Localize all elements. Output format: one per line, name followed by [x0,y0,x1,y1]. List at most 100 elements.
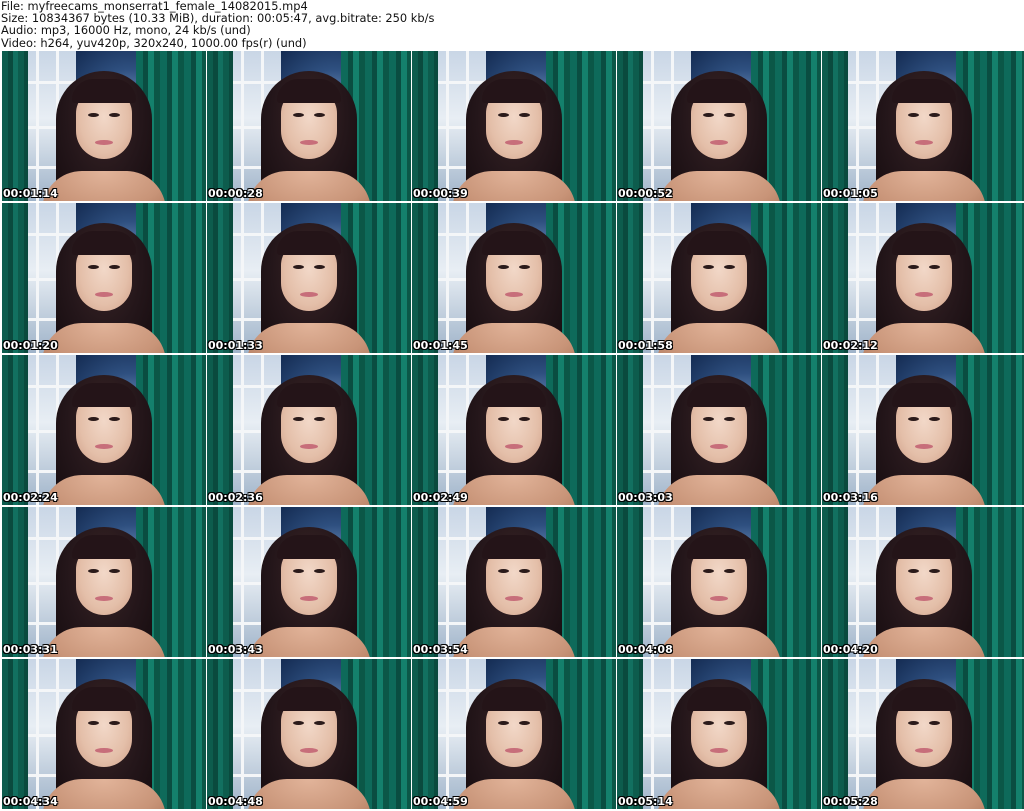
person-bangs [892,687,956,711]
curtain-left [2,51,28,201]
timestamp-label: 00:03:31 [3,643,58,656]
timestamp-label: 00:01:14 [3,187,58,200]
person-bangs [277,383,341,407]
timestamp-label: 00:01:33 [208,339,263,352]
curtain-left [207,203,233,353]
thumbnail-grid: 00:01:14 00:00:28 00:00:39 00:00:52 00:0… [0,51,1024,811]
curtain-left [617,203,643,353]
timestamp-label: 00:02:24 [3,491,58,504]
video-thumbnail: 00:03:43 [207,507,411,657]
person-bangs [72,383,136,407]
timestamp-label: 00:04:08 [618,643,673,656]
curtain-left [822,355,848,505]
curtain-left [2,355,28,505]
video-thumbnail: 00:01:45 [412,203,616,353]
person-bangs [482,687,546,711]
video-thumbnail: 00:02:24 [2,355,206,505]
person-bangs [72,231,136,255]
timestamp-label: 00:04:20 [823,643,878,656]
video-thumbnail: 00:05:28 [822,659,1024,809]
curtain-left [412,659,438,809]
video-thumbnail: 00:03:31 [2,507,206,657]
person-bangs [892,535,956,559]
audio-info-line: Audio: mp3, 16000 Hz, mono, 24 kb/s (und… [1,23,251,38]
video-thumbnail: 00:00:52 [617,51,821,201]
timestamp-label: 00:00:52 [618,187,673,200]
video-thumbnail: 00:03:54 [412,507,616,657]
person-bangs [892,383,956,407]
curtain-left [412,355,438,505]
timestamp-label: 00:04:34 [3,795,58,808]
timestamp-label: 00:02:49 [413,491,468,504]
person-bangs [687,687,751,711]
timestamp-label: 00:03:43 [208,643,263,656]
timestamp-label: 00:04:48 [208,795,263,808]
video-thumbnail: 00:02:12 [822,203,1024,353]
video-thumbnail: 00:01:14 [2,51,206,201]
file-info-header: File: myfreecams_monserrat1_female_14082… [1,0,1021,50]
curtain-left [412,203,438,353]
curtain-left [2,203,28,353]
timestamp-label: 00:03:03 [618,491,673,504]
timestamp-label: 00:04:59 [413,795,468,808]
timestamp-label: 00:02:12 [823,339,878,352]
timestamp-label: 00:03:54 [413,643,468,656]
video-thumbnail: 00:01:20 [2,203,206,353]
curtain-left [822,51,848,201]
curtain-left [207,355,233,505]
curtain-left [617,355,643,505]
timestamp-label: 00:01:45 [413,339,468,352]
person-bangs [277,79,341,103]
video-thumbnail: 00:02:49 [412,355,616,505]
video-thumbnail: 00:04:48 [207,659,411,809]
video-thumbnail: 00:04:59 [412,659,616,809]
curtain-left [207,507,233,657]
curtain-left [617,507,643,657]
curtain-left [822,659,848,809]
video-thumbnail: 00:03:03 [617,355,821,505]
person-bangs [482,535,546,559]
person-bangs [482,79,546,103]
person-bangs [277,535,341,559]
video-thumbnail: 00:04:20 [822,507,1024,657]
curtain-left [2,507,28,657]
video-thumbnail: 00:00:28 [207,51,411,201]
person-bangs [277,231,341,255]
timestamp-label: 00:02:36 [208,491,263,504]
video-thumbnail: 00:01:33 [207,203,411,353]
timestamp-label: 00:01:58 [618,339,673,352]
timestamp-label: 00:01:05 [823,187,878,200]
person-bangs [687,535,751,559]
curtain-left [412,507,438,657]
person-bangs [72,535,136,559]
video-thumbnail: 00:04:34 [2,659,206,809]
timestamp-label: 00:00:39 [413,187,468,200]
video-thumbnail: 00:01:58 [617,203,821,353]
person-bangs [687,231,751,255]
person-bangs [482,383,546,407]
person-bangs [72,687,136,711]
person-bangs [892,79,956,103]
person-bangs [277,687,341,711]
video-thumbnail: 00:04:08 [617,507,821,657]
timestamp-label: 00:03:16 [823,491,878,504]
video-thumbnail: 00:02:36 [207,355,411,505]
curtain-left [207,659,233,809]
curtain-left [617,659,643,809]
video-thumbnail: 00:00:39 [412,51,616,201]
video-thumbnail: 00:03:16 [822,355,1024,505]
video-info-line: Video: h264, yuv420p, 320x240, 1000.00 f… [1,35,307,50]
timestamp-label: 00:05:14 [618,795,673,808]
curtain-left [617,51,643,201]
timestamp-label: 00:01:20 [3,339,58,352]
curtain-left [822,507,848,657]
person-bangs [482,231,546,255]
curtain-left [207,51,233,201]
curtain-left [412,51,438,201]
curtain-left [822,203,848,353]
curtain-left [2,659,28,809]
person-bangs [687,383,751,407]
timestamp-label: 00:05:28 [823,795,878,808]
person-bangs [72,79,136,103]
video-thumbnail: 00:05:14 [617,659,821,809]
